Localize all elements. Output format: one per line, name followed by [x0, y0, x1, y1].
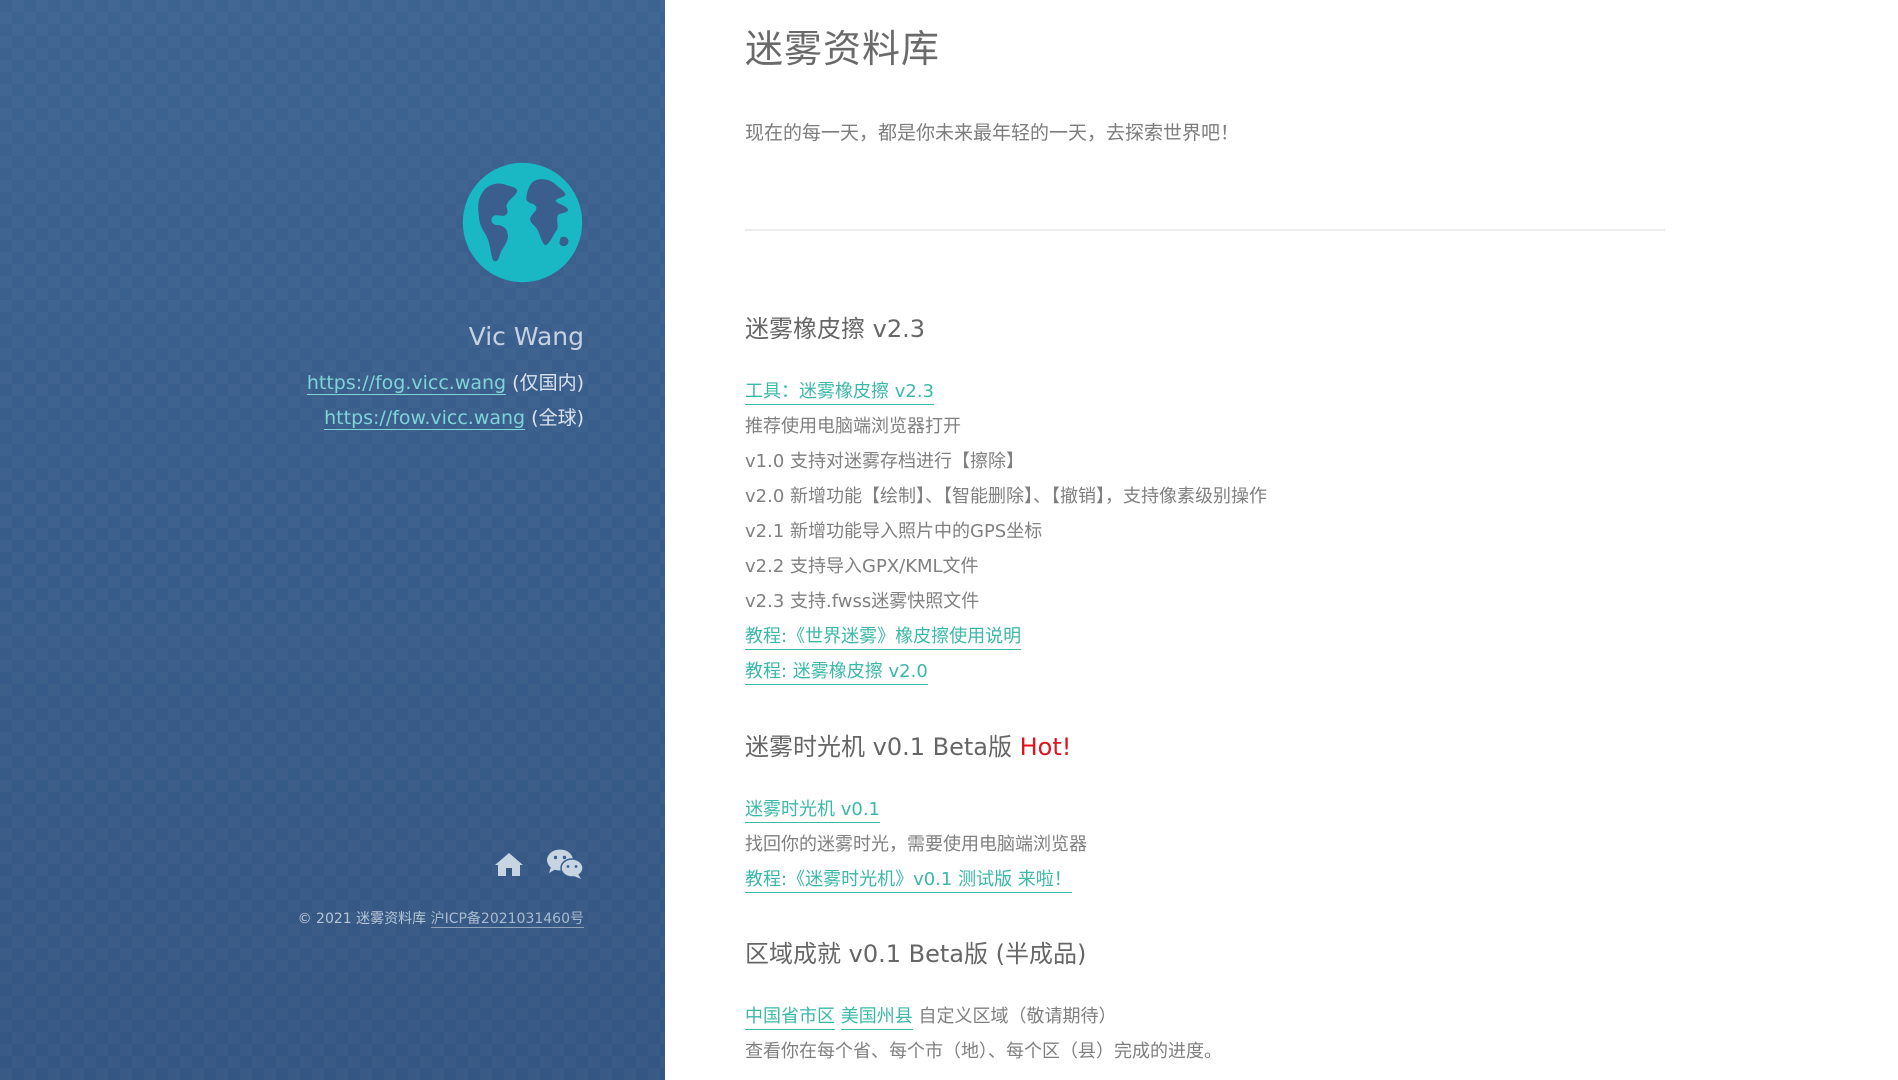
list-item: 教程:《世界迷雾》橡皮擦使用说明 [745, 619, 1665, 654]
list-item: 教程: 迷雾橡皮擦 v2.0 [745, 654, 1665, 689]
list-item: 推荐使用电脑端浏览器打开 [745, 416, 961, 437]
copyright-text: © 2021 迷雾资料库 [297, 911, 427, 927]
site-link-global[interactable]: https://fow.vicc.wang [324, 407, 526, 430]
author-name: Vic Wang [468, 322, 584, 351]
tool-link[interactable]: 迷雾时光机 v0.1 [745, 799, 880, 823]
list-item: 教程:《迷雾时光机》v0.1 测试版 来啦！ [745, 862, 1665, 897]
section-title: 区域成就 v0.1 Beta版 (半成品) [745, 940, 1087, 968]
hot-badge: Hot! [1019, 733, 1072, 761]
site-link-global-line: https://fow.vicc.wang (全球) [324, 403, 584, 430]
icp-link[interactable]: 沪ICP备2021031460号 [430, 911, 584, 928]
list-item: v2.3 支持.fwss迷雾快照文件 [745, 591, 980, 612]
list-item: 查看你在每个省、每个市（地）、每个区（县）完成的进度。 [745, 1041, 1222, 1062]
section-title: 迷雾橡皮擦 v2.3 [745, 315, 925, 343]
tagline: 现在的每一天，都是你未来最年轻的一天，去探索世界吧！ [745, 122, 1240, 144]
section-fog-eraser: 迷雾橡皮擦 v2.3 工具：迷雾橡皮擦 v2.3 推荐使用电脑端浏览器打开 v1… [745, 312, 1665, 689]
tutorial-link[interactable]: 教程:《迷雾时光机》v0.1 测试版 来啦！ [745, 869, 1072, 893]
list-item: v1.0 支持对迷雾存档进行【擦除】 [745, 451, 1024, 472]
social-icons [494, 848, 584, 880]
custom-region-note: 自定义区域（敬请期待） [918, 1006, 1117, 1027]
section-region-achievements: 区域成就 v0.1 Beta版 (半成品) 中国省市区 美国州县 自定义区域（敬… [745, 937, 1665, 1069]
list-item: 工具：迷雾橡皮擦 v2.3 [745, 374, 1665, 409]
list-item: v2.2 支持导入GPX/KML文件 [745, 556, 979, 577]
divider [745, 229, 1665, 231]
section-time-machine: 迷雾时光机 v0.1 Beta版 Hot! 迷雾时光机 v0.1 找回你的迷雾时… [745, 730, 1665, 897]
tutorial-link[interactable]: 教程: 迷雾橡皮擦 v2.0 [745, 661, 928, 685]
wechat-icon[interactable] [546, 848, 584, 880]
site-title: 迷雾资料库 [745, 27, 941, 71]
list-item: 中国省市区 美国州县 自定义区域（敬请期待） [745, 999, 1665, 1034]
list-item: v2.1 新增功能导入照片中的GPS坐标 [745, 521, 1043, 542]
footer: © 2021 迷雾资料库 沪ICP备2021031460号 [298, 908, 584, 928]
section-title: 迷雾时光机 v0.1 Beta版 Hot! [745, 730, 1665, 764]
globe-icon [462, 162, 583, 283]
site-link-cn-line: https://fog.vicc.wang (仅国内) [306, 368, 584, 395]
sidebar: Vic Wang https://fog.vicc.wang (仅国内) htt… [0, 0, 665, 1080]
section-title-text: 迷雾时光机 v0.1 Beta版 [745, 733, 1012, 761]
list-item: 找回你的迷雾时光，需要使用电脑端浏览器 [745, 834, 1087, 855]
site-note-cn: (仅国内) [512, 372, 584, 394]
list-item: 迷雾时光机 v0.1 [745, 792, 1665, 827]
tool-link[interactable]: 工具：迷雾橡皮擦 v2.3 [745, 381, 934, 405]
site-link-cn[interactable]: https://fog.vicc.wang [306, 372, 507, 395]
region-link-china[interactable]: 中国省市区 [745, 1006, 835, 1030]
list-item: v2.0 新增功能【绘制】、【智能删除】、【撤销】，支持像素级别操作 [745, 486, 1267, 507]
site-note-global: (全球) [531, 407, 584, 429]
tutorial-link[interactable]: 教程:《世界迷雾》橡皮擦使用说明 [745, 626, 1022, 650]
home-icon[interactable] [494, 851, 524, 877]
region-link-usa[interactable]: 美国州县 [840, 1006, 913, 1030]
